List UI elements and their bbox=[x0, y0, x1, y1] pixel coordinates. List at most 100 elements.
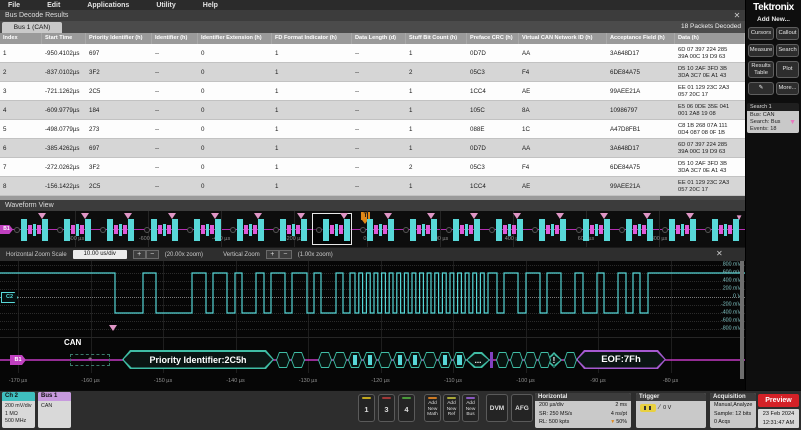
bus-packet bbox=[316, 217, 350, 242]
table-row[interactable]: 5-498.0779µs273--01--1088E1CA47D8FB1C8 1… bbox=[0, 120, 745, 139]
vzoom-decrease-button[interactable]: − bbox=[279, 250, 292, 259]
more-button[interactable]: More... bbox=[776, 82, 799, 95]
search-event-marker-icon bbox=[109, 325, 117, 331]
callout-button[interactable]: Callout bbox=[776, 27, 799, 40]
column-header-0[interactable]: Index bbox=[0, 33, 42, 44]
table-row[interactable]: 7-272.0262µs3F2--01--205C3F46DE84A75D5 1… bbox=[0, 158, 745, 177]
column-header-10[interactable]: Acceptance Field (h) bbox=[607, 33, 675, 44]
vertical-zoom-label: Vertical Zoom bbox=[223, 252, 260, 258]
table-row[interactable]: 1-950.4102µs697--01--10D7DAA3A648D176D 0… bbox=[0, 44, 745, 63]
menu-edit[interactable]: Edit bbox=[47, 2, 60, 9]
search-button[interactable]: Search bbox=[776, 44, 799, 57]
waveform-overview-strip: B1 T ▼ -800 µs-600 µs-400 µs-200 µs0 s20… bbox=[0, 211, 745, 247]
bus-name-label: CAN bbox=[64, 338, 81, 347]
table-row[interactable]: 8-156.1422µs2C5--01--11CC4AE99AEE21AEE 0… bbox=[0, 177, 745, 196]
cell: 6D 07 397 224 285 39A 00C 19 D9 63 bbox=[675, 139, 745, 157]
cell: 0 bbox=[198, 120, 272, 138]
plot-vertical-scrollbar[interactable] bbox=[740, 261, 744, 379]
table-row[interactable]: 2-837.0102µs3F2--01--205C3F46DE84A75D5 1… bbox=[0, 63, 745, 82]
cell: 697 bbox=[86, 139, 152, 157]
column-header-9[interactable]: Virtual CAN Network ID (h) bbox=[519, 33, 607, 44]
add-new-bus-button[interactable]: Add New Bus bbox=[462, 394, 479, 422]
bus1-settings: CAN bbox=[38, 401, 71, 411]
zoom-axis-label: -80 µs bbox=[663, 378, 678, 384]
trigger-panel[interactable]: Trigger ∕ 0 V bbox=[636, 393, 706, 428]
afg-button[interactable]: AFG bbox=[511, 394, 533, 422]
zoom-close-icon[interactable]: ✕ bbox=[716, 249, 723, 258]
table-row[interactable]: 4-609.9779µs184--01--1105C8A10986797E5 0… bbox=[0, 101, 745, 120]
vzoom-increase-button[interactable]: + bbox=[266, 250, 279, 259]
dvm-button[interactable]: DVM bbox=[486, 394, 508, 422]
column-header-5[interactable]: FD Format Indicator (h) bbox=[272, 33, 352, 44]
cell: -- bbox=[152, 44, 198, 62]
cell: 99AEE21A bbox=[607, 177, 675, 195]
bus-packet bbox=[144, 217, 178, 242]
search-event-marker-icon bbox=[168, 213, 176, 219]
channel-3-button[interactable]: 3 bbox=[378, 394, 395, 422]
draw-annotation-button[interactable]: ✎ bbox=[748, 82, 774, 95]
search-info-row: Events: 18 bbox=[750, 126, 799, 133]
measure-button[interactable]: Measure bbox=[748, 44, 774, 57]
search1-panel[interactable]: Search 1 Bus: CANSearch: BusEvents: 18 ▼ bbox=[747, 103, 799, 133]
cell: 1 bbox=[406, 120, 467, 138]
menu-file[interactable]: File bbox=[8, 2, 20, 9]
horizontal-panel[interactable]: Horizontal 200 µs/div2 msSR: 250 MS/s4 n… bbox=[535, 393, 631, 428]
add-new-ref-button[interactable]: Add New Ref bbox=[443, 394, 460, 422]
cell: 1 bbox=[272, 158, 352, 176]
column-header-3[interactable]: Identifier (h) bbox=[152, 33, 198, 44]
column-header-7[interactable]: Stuff Bit Count (h) bbox=[406, 33, 467, 44]
menu-applications[interactable]: Applications bbox=[87, 2, 129, 9]
bus-packet bbox=[273, 217, 307, 242]
menu-utility[interactable]: Utility bbox=[156, 2, 175, 9]
bus1-settings-badge[interactable]: Bus 1 CAN bbox=[38, 392, 71, 428]
add-new-math-button[interactable]: Add New Math bbox=[424, 394, 441, 422]
channel-1-button[interactable]: 1 bbox=[358, 394, 375, 422]
column-header-4[interactable]: Identifier Extension (h) bbox=[198, 33, 272, 44]
cell: 8 bbox=[0, 177, 42, 195]
menu-help[interactable]: Help bbox=[203, 2, 218, 9]
cell: -- bbox=[152, 158, 198, 176]
hzoom-increase-button[interactable]: + bbox=[133, 250, 146, 259]
zoom-axis-label: -170 µs bbox=[9, 378, 27, 384]
column-header-8[interactable]: Preface CRC (h) bbox=[467, 33, 519, 44]
channel2-badge[interactable]: C2 bbox=[1, 292, 18, 303]
results-panel-title: Bus Decode Results bbox=[0, 10, 745, 21]
right-sidebar bbox=[745, 0, 801, 390]
cursors-button[interactable]: Cursors bbox=[748, 27, 774, 40]
cell: -- bbox=[152, 177, 198, 195]
channel2-settings-badge[interactable]: Ch 2 200 mV/div1 MΩ500 MHz bbox=[2, 392, 35, 428]
decode-field-divider bbox=[490, 352, 493, 368]
vzoom-factor-label: (1.00x zoom) bbox=[298, 252, 333, 258]
search1-header[interactable]: Search 1 bbox=[747, 103, 799, 111]
column-header-11[interactable]: Data (h) bbox=[675, 33, 745, 44]
table-row[interactable]: 3-721.1262µs2C5--01--11CC4AE99AEE21AEE 0… bbox=[0, 82, 745, 101]
cell: 273 bbox=[86, 120, 152, 138]
bus-packet bbox=[662, 217, 696, 242]
horizontal-zoom-scale-label: Horizontal Zoom Scale bbox=[6, 252, 67, 258]
cell: D5 10 2AF 3FD 3B 3DA 3C7 0E A1 43 bbox=[675, 158, 745, 176]
preview-button[interactable]: Preview bbox=[758, 394, 799, 407]
datetime-display: 23 Feb 2024 12:31:47 AM bbox=[758, 409, 799, 428]
cell: A47D8FB1 bbox=[607, 120, 675, 138]
tab-bus1-can[interactable]: Bus 1 (CAN) bbox=[2, 22, 62, 33]
bus1-badge[interactable]: B1 bbox=[0, 225, 13, 234]
cell: 2 bbox=[406, 158, 467, 176]
cell: -721.1262µs bbox=[42, 82, 86, 100]
plot-button[interactable]: Plot bbox=[776, 61, 799, 78]
close-icon[interactable]: ✕ bbox=[731, 10, 743, 21]
horizontal-zoom-scale-input[interactable]: 10.00 us/div bbox=[73, 250, 127, 259]
results-table-button[interactable]: Results Table bbox=[748, 61, 774, 78]
cell: AE bbox=[519, 82, 607, 100]
bus1-label: Bus 1 bbox=[38, 392, 71, 401]
cell: 0 bbox=[198, 101, 272, 119]
voltage-scale-label: 200 mV bbox=[723, 286, 741, 292]
hzoom-decrease-button[interactable]: − bbox=[146, 250, 159, 259]
channel-4-button[interactable]: 4 bbox=[398, 394, 415, 422]
channel2-settings: 200 mV/div1 MΩ500 MHz bbox=[2, 401, 35, 426]
acquisition-panel[interactable]: Acquisition Manual,AnalyzeSample: 12 bit… bbox=[710, 393, 756, 428]
column-header-6[interactable]: Data Length (d) bbox=[352, 33, 406, 44]
cell: 6D 07 397 224 285 39A 00C 19 D9 63 bbox=[675, 44, 745, 62]
column-header-2[interactable]: Priority Identifier (h) bbox=[86, 33, 152, 44]
column-header-1[interactable]: Start Time bbox=[42, 33, 86, 44]
table-row[interactable]: 6-385.4262µs697--01--10D7DAA3A648D176D 0… bbox=[0, 139, 745, 158]
